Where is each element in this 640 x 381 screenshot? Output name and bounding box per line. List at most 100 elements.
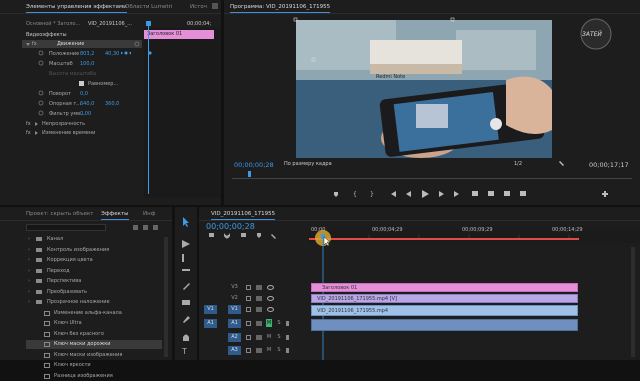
effects-folder-label: Коррекция цвета	[47, 257, 93, 263]
track-target[interactable]: V2	[228, 294, 241, 303]
effect-item[interactable]: Разница изображения	[26, 372, 162, 381]
panel-menu-icon	[212, 3, 218, 9]
effect-item[interactable]: Ключ без красного	[26, 330, 162, 339]
32bit-effects-icon[interactable]	[143, 225, 148, 230]
effect-item[interactable]: Ключ Ultra	[26, 319, 162, 328]
sync-lock-icon[interactable]	[256, 296, 262, 301]
solo-button[interactable]: S	[276, 333, 282, 341]
title-clip-label: Заголовок 01	[322, 285, 358, 291]
effects-folder[interactable]: › Прозрачное наложение	[26, 298, 162, 307]
mic-icon[interactable]	[286, 348, 289, 353]
effects-folder[interactable]: › Преобразовать	[26, 288, 162, 297]
mute-button[interactable]: M	[266, 333, 272, 341]
yuv-effects-icon[interactable]	[153, 225, 158, 230]
stopwatch-icon	[38, 90, 44, 96]
effects-folder[interactable]: › Контроль изображения	[26, 246, 162, 255]
effects-search-input[interactable]	[26, 224, 106, 231]
snap-icon	[224, 233, 230, 239]
lock-icon[interactable]	[246, 321, 251, 326]
effects-scrollbar[interactable]	[164, 237, 168, 357]
sync-lock-icon[interactable]	[256, 348, 262, 353]
tools-icons: T	[181, 217, 190, 356]
effects-folder[interactable]: › Канал	[26, 235, 162, 244]
tab-project[interactable]: Проект: скрыть объект	[26, 211, 93, 217]
extract-icon	[488, 191, 494, 196]
go-to-in-icon	[389, 191, 396, 197]
slip-tool-icon	[182, 300, 190, 305]
track-header[interactable]: A2 M S	[204, 333, 304, 343]
lock-icon[interactable]	[246, 307, 251, 312]
chevron-right-icon: ›	[28, 288, 30, 295]
source-patch[interactable]: A1	[204, 319, 217, 328]
ruler-label: 00;00	[311, 227, 326, 233]
lock-icon[interactable]	[246, 285, 251, 290]
stopwatch-icon	[38, 50, 44, 56]
sync-lock-icon[interactable]	[256, 321, 262, 326]
fx-badge: fx	[26, 130, 31, 136]
effect-icon	[44, 363, 50, 368]
effect-icon	[44, 373, 50, 379]
lock-icon[interactable]	[246, 335, 251, 340]
track-header[interactable]: A1 A1 M S	[204, 319, 304, 329]
track-header[interactable]: A3 M S	[204, 346, 304, 356]
sync-lock-icon[interactable]	[256, 307, 262, 312]
effects-folder-label: Переход	[47, 267, 70, 274]
track-target[interactable]: V1	[228, 305, 241, 314]
fx-badge: fx	[26, 121, 31, 127]
track-target[interactable]: A1	[228, 319, 241, 328]
sync-lock-icon[interactable]	[256, 335, 262, 340]
divider	[0, 220, 172, 221]
solo-button[interactable]: S	[276, 346, 282, 354]
effect-item[interactable]: Изменение альфа-канала	[26, 309, 162, 318]
transport-icons: { }	[334, 161, 608, 198]
track-header[interactable]: V1 V1	[204, 305, 304, 315]
eye-icon[interactable]	[267, 285, 274, 290]
eye-icon[interactable]	[267, 296, 274, 301]
chevron-right-icon: ›	[28, 257, 30, 263]
effect-item[interactable]: Ключ яркости	[26, 361, 162, 370]
effect-item-label: Изменение альфа-канала	[54, 309, 122, 316]
effect-item[interactable]: Ключ маски дорожки	[26, 340, 162, 349]
track-header[interactable]: V3	[204, 283, 304, 293]
chevron-down-icon	[26, 43, 30, 46]
effects-folder[interactable]: › Переход	[26, 267, 162, 276]
effect-controls-panel: Элементы управления эффектами Области Lu…	[0, 0, 221, 205]
rate-stretch-tool-icon	[182, 269, 190, 271]
lock-icon[interactable]	[246, 348, 251, 353]
tab-info[interactable]: Инф	[143, 211, 155, 217]
tools-panel: T	[175, 207, 197, 360]
effects-folder-label: Прозрачное наложение	[47, 299, 110, 305]
video-clip-v1-label: VID_20191106_171955.mp4	[317, 308, 389, 314]
track-target[interactable]: A3	[228, 346, 241, 355]
track-header[interactable]: V2	[204, 294, 304, 304]
chevron-right-icon: ›	[28, 267, 30, 274]
mic-icon[interactable]	[286, 321, 289, 326]
mute-button[interactable]: M	[266, 319, 272, 327]
effect-icon	[44, 352, 50, 358]
folder-icon	[36, 300, 42, 304]
pen-tool-icon	[183, 316, 190, 323]
sync-lock-icon[interactable]	[256, 285, 262, 290]
source-patch[interactable]: V1	[204, 305, 217, 314]
track-target[interactable]: V3	[228, 283, 241, 292]
timeline-scrollbar[interactable]	[631, 247, 635, 357]
accelerated-effects-icon[interactable]	[133, 225, 138, 230]
eye-icon[interactable]	[267, 307, 274, 312]
effect-item-label: Ключ маски изображения	[54, 351, 123, 358]
folder-icon	[36, 258, 42, 262]
effects-folder[interactable]: › Коррекция цвета	[26, 256, 162, 265]
tab-effects[interactable]: Эффекты	[101, 211, 129, 220]
effect-icon	[44, 321, 50, 326]
effects-folder[interactable]: › Перспектива	[26, 277, 162, 286]
mic-icon[interactable]	[286, 335, 289, 340]
track-select-tool-icon	[182, 240, 190, 248]
track-target[interactable]: A2	[228, 333, 241, 342]
mute-button[interactable]: M	[266, 346, 272, 354]
effect-item[interactable]: Ключ маски изображения	[26, 351, 162, 360]
lock-icon[interactable]	[246, 296, 251, 301]
folder-icon	[36, 247, 42, 252]
effect-item-label: Ключ яркости	[54, 362, 91, 368]
solo-button[interactable]: S	[276, 319, 282, 327]
audio-clip-a1[interactable]	[311, 319, 578, 331]
ec-icons: fx fx	[26, 3, 218, 136]
